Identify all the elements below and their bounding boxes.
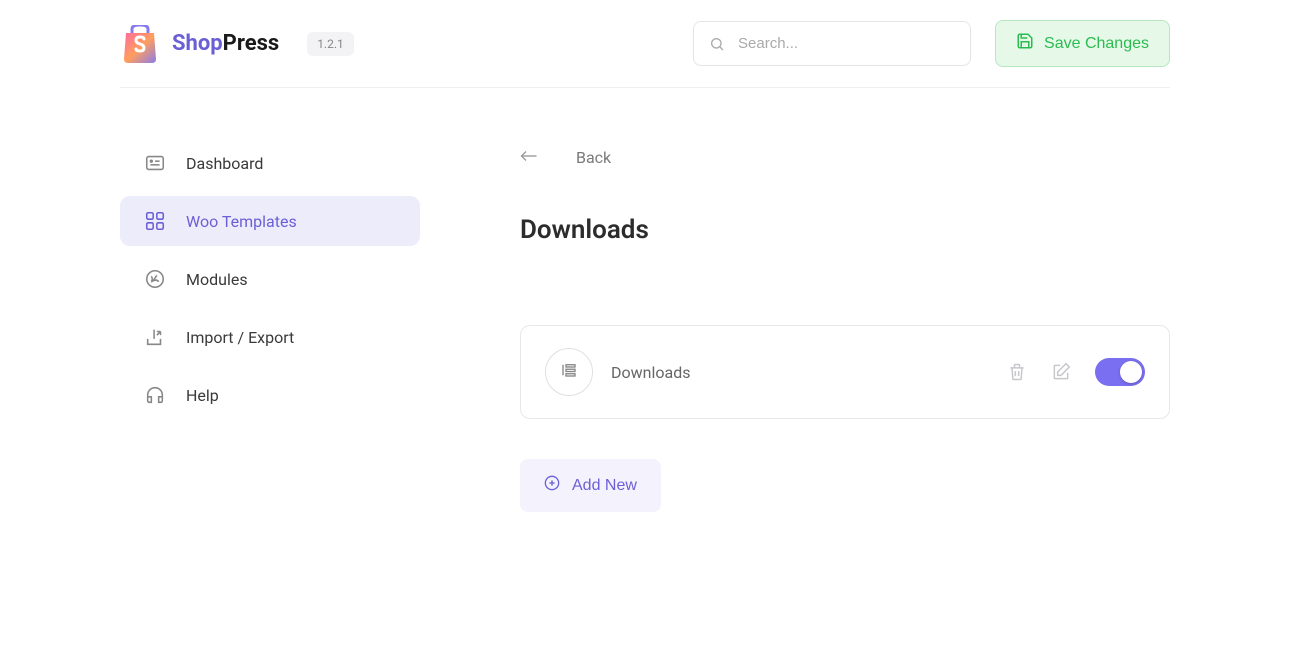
header: ShopPress 1.2.1 xyxy=(120,0,1170,88)
enable-toggle[interactable] xyxy=(1095,358,1145,386)
add-new-button[interactable]: Add New xyxy=(520,459,661,512)
sidebar-item-import-export[interactable]: Import / Export xyxy=(120,312,420,362)
sidebar-item-label: Help xyxy=(186,386,219,405)
add-new-label: Add New xyxy=(572,477,637,495)
sidebar-item-label: Import / Export xyxy=(186,328,294,347)
card-actions xyxy=(1007,358,1145,386)
sidebar-item-modules[interactable]: Modules xyxy=(120,254,420,304)
logo-section: ShopPress 1.2.1 xyxy=(120,25,354,63)
sidebar: Dashboard Woo Templates xyxy=(120,138,420,512)
toggle-knob xyxy=(1120,361,1142,383)
search-input[interactable] xyxy=(693,21,971,66)
search-wrap xyxy=(693,21,971,66)
logo-icon xyxy=(120,25,160,63)
templates-icon xyxy=(144,210,166,232)
modules-icon xyxy=(144,268,166,290)
search-icon xyxy=(709,36,725,52)
template-icon-circle xyxy=(545,348,593,396)
template-card: Downloads xyxy=(520,325,1170,419)
list-icon xyxy=(560,361,578,383)
template-name: Downloads xyxy=(611,363,1007,382)
version-badge: 1.2.1 xyxy=(307,32,354,56)
main-content: Back Downloads Downloads xyxy=(420,138,1170,512)
delete-icon[interactable] xyxy=(1007,362,1027,382)
back-button[interactable]: Back xyxy=(520,148,1170,167)
save-label: Save Changes xyxy=(1044,35,1149,53)
back-label: Back xyxy=(576,148,611,167)
brand-name: ShopPress xyxy=(172,31,279,56)
sidebar-item-help[interactable]: Help xyxy=(120,370,420,420)
sidebar-item-dashboard[interactable]: Dashboard xyxy=(120,138,420,188)
sidebar-item-label: Dashboard xyxy=(186,154,263,173)
help-icon xyxy=(144,384,166,406)
page-title: Downloads xyxy=(520,215,1170,245)
save-icon xyxy=(1016,32,1034,55)
sidebar-item-woo-templates[interactable]: Woo Templates xyxy=(120,196,420,246)
sidebar-item-label: Modules xyxy=(186,270,248,289)
arrow-left-icon xyxy=(520,148,538,167)
plus-circle-icon xyxy=(544,475,560,496)
sidebar-item-label: Woo Templates xyxy=(186,212,297,231)
dashboard-icon xyxy=(144,152,166,174)
save-changes-button[interactable]: Save Changes xyxy=(995,20,1170,67)
edit-icon[interactable] xyxy=(1051,362,1071,382)
import-export-icon xyxy=(144,326,166,348)
